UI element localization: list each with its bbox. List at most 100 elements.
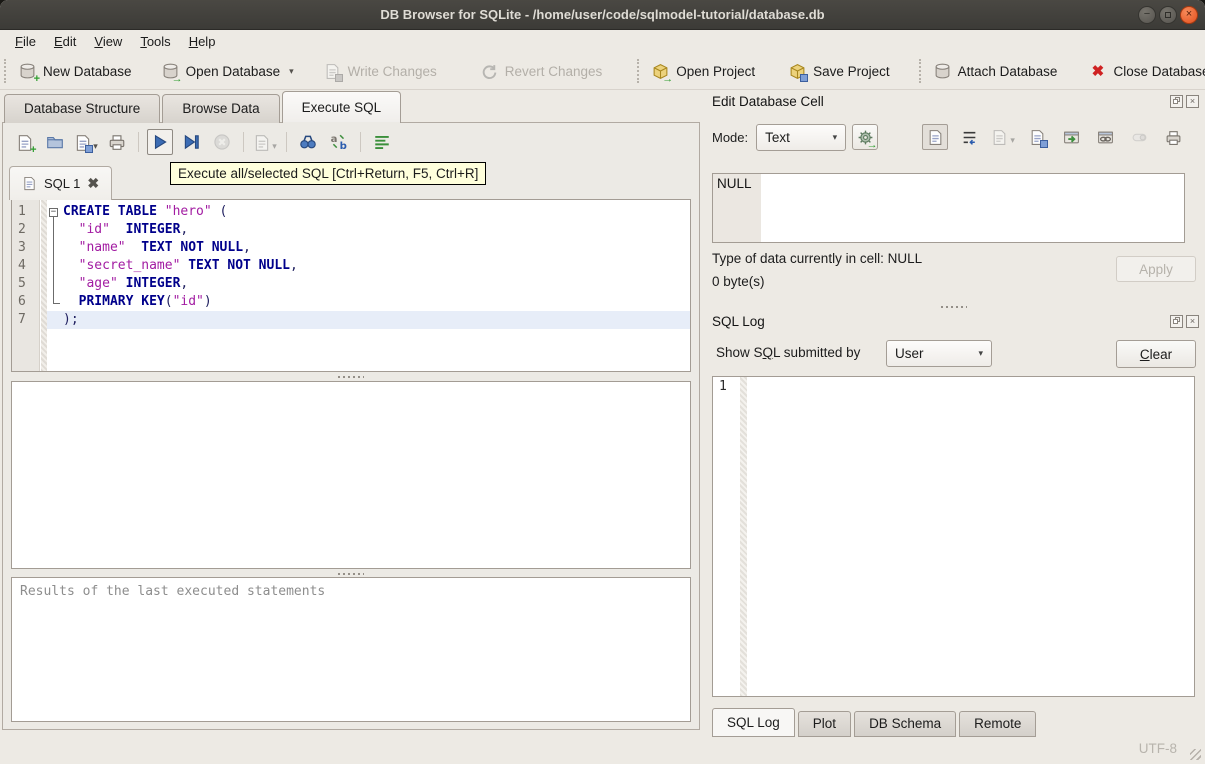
open-sql-file-icon[interactable] — [42, 129, 68, 155]
print-cell-icon[interactable] — [1160, 124, 1186, 150]
edit-cell-title: Edit Database Cell — [712, 94, 824, 109]
code-line[interactable]: ); — [47, 311, 690, 329]
menu-help[interactable]: Help — [180, 31, 225, 52]
menu-tools[interactable]: Tools — [131, 31, 179, 52]
cell-size-info: 0 byte(s) — [712, 274, 765, 289]
titlebar[interactable]: DB Browser for SQLite - /home/user/code/… — [0, 0, 1205, 30]
toolbar-handle[interactable] — [637, 59, 640, 83]
tab-remote[interactable]: Remote — [959, 711, 1037, 737]
sql-editor-lines[interactable]: − CREATE TABLE "hero" ( "id" INTEGER, "n… — [47, 200, 690, 371]
tab-execute-sql[interactable]: Execute SQL — [281, 91, 402, 124]
window-controls: − × — [1138, 5, 1198, 24]
code-line[interactable]: "age" INTEGER, — [47, 275, 690, 293]
new-database-icon: + — [19, 63, 40, 84]
toolbar-handle[interactable] — [4, 59, 6, 83]
tab-db-schema[interactable]: DB Schema — [854, 711, 957, 737]
close-sql-tab-icon[interactable]: ✖ — [87, 175, 99, 192]
revert-changes-button[interactable]: Revert Changes — [472, 58, 612, 85]
menu-view[interactable]: View — [85, 31, 131, 52]
results-pane[interactable]: Results of the last executed statements — [11, 577, 691, 722]
open-database-dropdown-icon[interactable]: ▾ — [289, 66, 294, 80]
cell-mode-bar: Mode: Text ▾ → ▾ — [712, 122, 1199, 152]
attach-database-icon — [934, 63, 951, 80]
code-line[interactable]: CREATE TABLE "hero" ( — [47, 203, 690, 221]
execute-line-icon[interactable] — [178, 129, 204, 155]
resize-grip[interactable] — [1190, 749, 1201, 760]
close-database-button[interactable]: ✖ Close Database — [1080, 58, 1205, 85]
tab-browse-data[interactable]: Browse Data — [162, 94, 280, 123]
new-database-button[interactable]: + New Database — [10, 58, 141, 85]
code-line[interactable]: PRIMARY KEY("id") — [47, 293, 690, 311]
minimize-button[interactable]: − — [1138, 5, 1156, 24]
sql-file-tab[interactable]: SQL 1 ✖ — [9, 166, 113, 200]
execute-tooltip: Execute all/selected SQL [Ctrl+Return, F… — [170, 162, 487, 185]
menubar: File Edit View Tools Help — [0, 30, 1205, 53]
close-panel-icon[interactable]: × — [1186, 95, 1199, 108]
log-filter-select[interactable]: User ▾ — [886, 340, 992, 367]
export-data-icon[interactable] — [1024, 124, 1050, 150]
sql-toolbar-separator — [138, 132, 139, 152]
mode-select[interactable]: Text ▾ — [756, 123, 847, 151]
encoding-indicator: UTF-8 — [1138, 741, 1177, 756]
clear-log-button[interactable]: Clear — [1116, 340, 1196, 368]
results-placeholder: Results of the last executed statements — [20, 584, 326, 599]
float-panel-icon[interactable] — [1170, 95, 1183, 108]
window-title: DB Browser for SQLite - /home/user/code/… — [380, 7, 825, 22]
code-line[interactable]: "secret_name" TEXT NOT NULL, — [47, 257, 690, 275]
set-null-icon[interactable] — [1126, 124, 1152, 150]
open-project-button[interactable]: → Open Project — [643, 58, 764, 85]
app-window: DB Browser for SQLite - /home/user/code/… — [0, 0, 1205, 764]
save-project-button[interactable]: Save Project — [780, 58, 899, 85]
open-database-icon: → — [162, 63, 183, 84]
open-external-icon[interactable] — [1058, 124, 1084, 150]
tab-plot[interactable]: Plot — [797, 711, 852, 737]
log-filter-label: Show SQL submitted by — [716, 345, 861, 360]
code-line[interactable]: "id" INTEGER, — [47, 221, 690, 239]
editor-splitter[interactable] — [3, 374, 699, 380]
float-panel-icon[interactable] — [1170, 315, 1183, 328]
query-grid-pane[interactable] — [11, 381, 691, 569]
tab-sql-log[interactable]: SQL Log — [712, 708, 795, 737]
word-wrap-icon[interactable] — [956, 124, 982, 150]
sql-log-gutter: 1 — [713, 377, 739, 696]
sql-editor[interactable]: 1234567 − CREATE TABLE "hero" ( "id" INT… — [11, 199, 691, 372]
sql-log-marker-strip — [740, 377, 747, 696]
cell-type-info: Type of data currently in cell: NULL — [712, 251, 923, 266]
panel-splitter[interactable] — [702, 304, 1205, 310]
right-panel: Edit Database Cell × Mode: Text ▾ → ▾ NU… — [702, 90, 1205, 764]
tab-database-structure[interactable]: Database Structure — [4, 94, 161, 123]
toolbar-handle[interactable] — [918, 59, 921, 83]
print-icon[interactable] — [104, 129, 130, 155]
close-database-icon: ✖ — [1091, 62, 1105, 80]
fold-guide-corner — [53, 303, 60, 304]
menu-edit[interactable]: Edit — [45, 31, 85, 52]
execute-all-icon[interactable] — [147, 129, 173, 155]
stop-icon[interactable] — [209, 129, 235, 155]
open-database-button[interactable]: → Open Database ▾ — [153, 58, 303, 85]
apply-button[interactable]: Apply — [1116, 256, 1196, 282]
find-replace-icon[interactable] — [326, 129, 352, 155]
import-data-icon[interactable]: ▾ — [990, 124, 1016, 150]
maximize-button[interactable] — [1159, 5, 1177, 24]
attach-database-button[interactable]: Attach Database — [925, 58, 1067, 85]
find-icon[interactable] — [295, 129, 321, 155]
open-project-icon: → — [652, 63, 673, 84]
open-sql-tab-icon[interactable]: + — [11, 129, 37, 155]
close-button[interactable]: × — [1180, 5, 1198, 24]
format-sql-icon[interactable] — [369, 129, 395, 155]
code-line[interactable]: "name" TEXT NOT NULL, — [47, 239, 690, 257]
menu-file[interactable]: File — [6, 31, 45, 52]
close-panel-icon[interactable]: × — [1186, 315, 1199, 328]
cell-value-editor[interactable]: NULL — [712, 173, 1185, 243]
save-sql-file-icon[interactable]: ▾ — [73, 129, 99, 155]
sql-toolbar-separator — [360, 132, 361, 152]
write-changes-button[interactable]: Write Changes — [315, 58, 446, 85]
text-mode-icon[interactable] — [922, 124, 949, 150]
copy-link-icon[interactable] — [1092, 124, 1118, 150]
sql-log-view[interactable]: 1 — [712, 376, 1195, 697]
fold-marker-icon[interactable]: − — [49, 208, 58, 217]
left-panel: Database Structure Browse Data Execute S… — [0, 90, 702, 764]
mode-label: Mode: — [712, 129, 749, 145]
apply-format-icon[interactable]: → — [852, 124, 879, 150]
save-results-icon[interactable]: ▾ — [252, 129, 278, 155]
